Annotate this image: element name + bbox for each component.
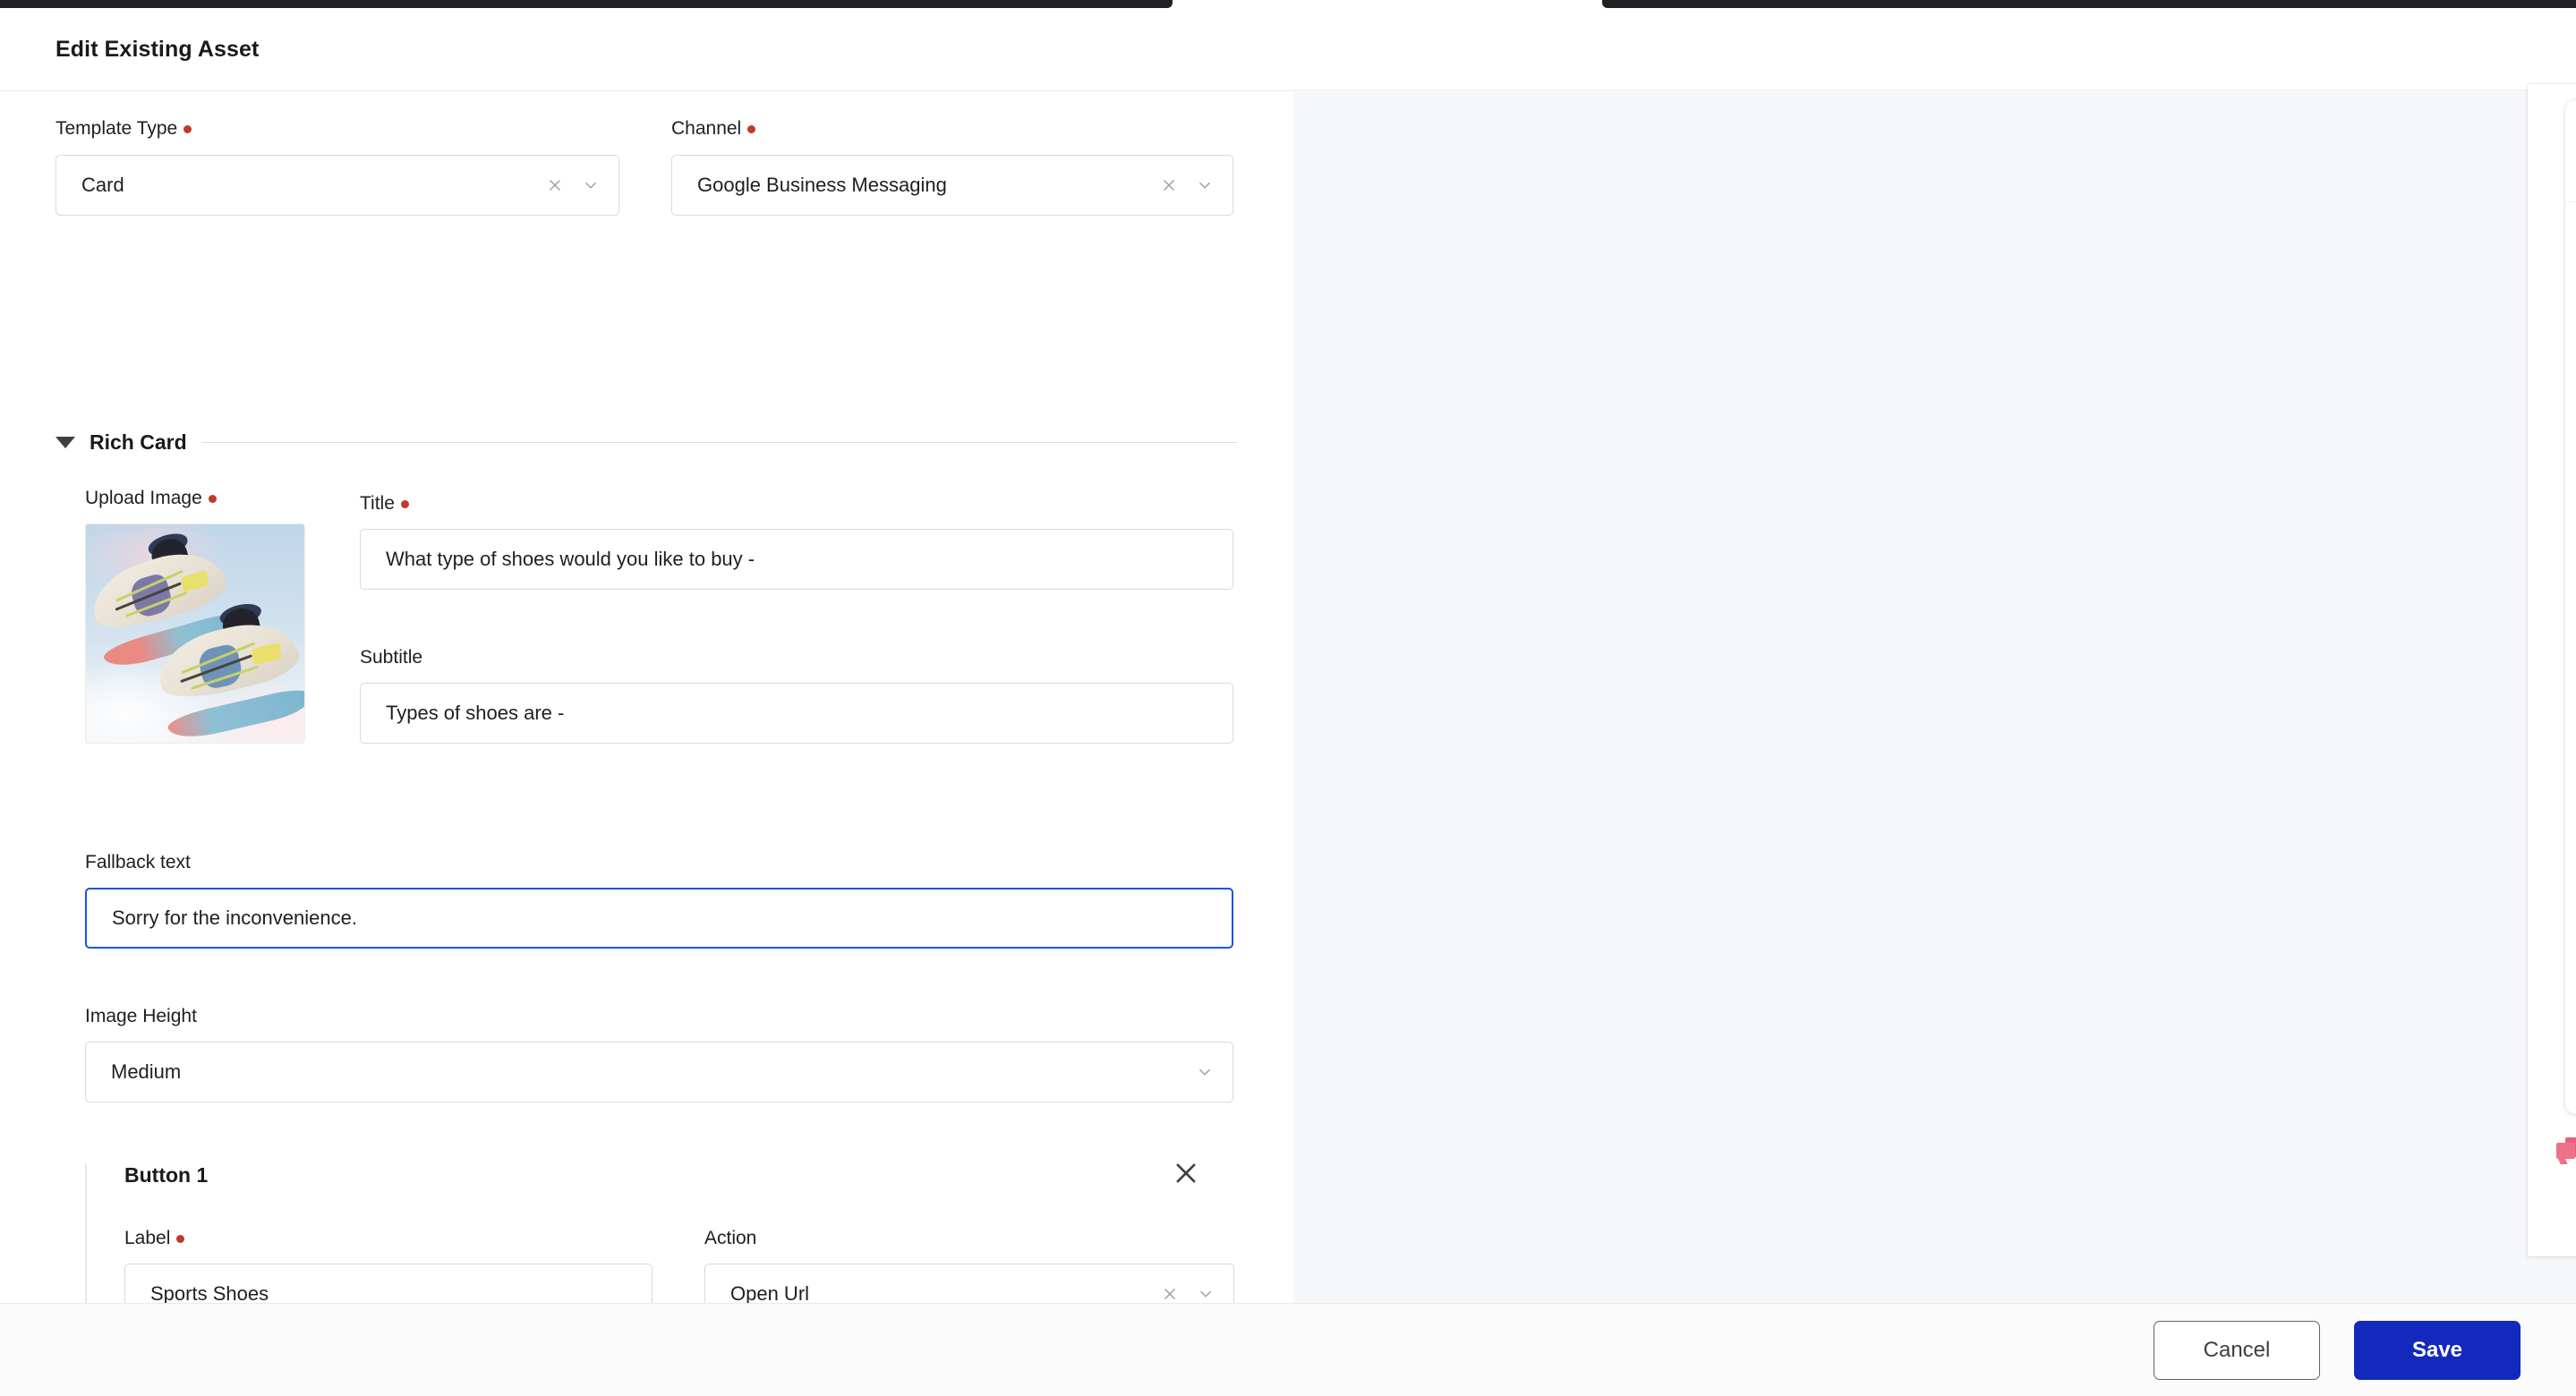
subtitle-label: Subtitle xyxy=(360,647,1233,668)
upload-image-label-text: Upload Image xyxy=(85,488,202,508)
rich-card-section-header[interactable]: Rich Card xyxy=(55,430,1237,455)
field-fallback-text: Fallback text Sorry for the inconvenienc… xyxy=(85,852,1233,949)
template-type-label-text: Template Type xyxy=(55,118,178,139)
section-divider xyxy=(200,442,1237,443)
title-label-text: Title xyxy=(360,493,395,514)
button-1-label-input[interactable]: Sports Shoes xyxy=(124,1264,653,1303)
required-dot-icon xyxy=(183,124,192,133)
template-type-select[interactable]: Card xyxy=(55,155,619,216)
title-input[interactable]: What type of shoes would you like to buy… xyxy=(360,529,1233,590)
button-1-group: Button 1 Label Sports Shoes Action Open … xyxy=(85,1163,1234,1303)
save-button[interactable]: Save xyxy=(2354,1320,2521,1380)
edit-asset-dialog: Edit Existing Asset Template Type Card C… xyxy=(0,0,2576,1396)
field-channel: Channel Google Business Messaging xyxy=(671,118,1233,216)
field-button-1-action: Action Open Url xyxy=(704,1228,1234,1303)
button-1-title: Button 1 xyxy=(124,1163,209,1187)
button-1-action-label-text: Action xyxy=(704,1228,757,1248)
channel-label: Channel xyxy=(671,118,1233,140)
clear-icon[interactable] xyxy=(1159,175,1179,195)
form-pane: Template Type Card Channel Google Busine… xyxy=(0,92,1293,1303)
preview-card: Your-Brand xyxy=(2528,84,2576,1256)
chevron-down-icon[interactable] xyxy=(581,175,601,195)
clear-icon[interactable] xyxy=(545,175,565,195)
browser-tabstrip-left xyxy=(0,0,1173,8)
page-title: Edit Existing Asset xyxy=(55,37,260,62)
field-image-height: Image Height Medium xyxy=(85,1006,1233,1102)
caret-down-icon[interactable] xyxy=(55,437,75,448)
template-type-value: Card xyxy=(81,174,124,196)
fallback-text-label-text: Fallback text xyxy=(85,852,191,872)
fallback-text-label: Fallback text xyxy=(85,852,1233,873)
subtitle-input[interactable]: Types of shoes are - xyxy=(360,683,1233,744)
dialog-header: Edit Existing Asset xyxy=(0,8,2576,91)
required-dot-icon xyxy=(176,1234,185,1243)
upload-image-label: Upload Image xyxy=(85,488,305,509)
button-1-action-select[interactable]: Open Url xyxy=(704,1264,1234,1303)
asset-status: Google Business Messaging card Approved xyxy=(2556,1133,2576,1187)
rich-card-section-title: Rich Card xyxy=(90,430,187,454)
button-1-label-label-text: Label xyxy=(124,1228,171,1248)
button-1-action-label: Action xyxy=(704,1228,1234,1249)
field-template-type: Template Type Card xyxy=(55,118,619,216)
browser-tabstrip-right xyxy=(1602,0,2576,8)
upload-image-thumbnail[interactable] xyxy=(85,524,305,744)
image-height-select[interactable]: Medium xyxy=(85,1042,1233,1102)
browser-chrome-strip xyxy=(0,0,2576,8)
phone-conversation: What type of shoes would you like to buy… xyxy=(2565,202,2576,781)
phone-frame: Your-Brand xyxy=(2565,100,2576,1114)
image-height-label: Image Height xyxy=(85,1006,1233,1027)
image-height-value: Medium xyxy=(111,1060,182,1083)
required-dot-icon xyxy=(400,499,409,508)
field-button-1-label: Label Sports Shoes xyxy=(124,1228,653,1303)
fallback-text-value: Sorry for the inconvenience. xyxy=(112,907,357,929)
button-1-label-value: Sports Shoes xyxy=(150,1282,269,1303)
title-value: What type of shoes would you like to buy… xyxy=(386,548,755,570)
required-dot-icon xyxy=(208,494,217,503)
dialog-footer: Cancel Save xyxy=(0,1303,2576,1396)
channel-label-text: Channel xyxy=(671,118,742,139)
phone-nav-bar xyxy=(2565,1062,2576,1094)
field-upload-image: Upload Image xyxy=(85,488,305,744)
chevron-down-icon[interactable] xyxy=(1195,1062,1215,1082)
preview-pane: Your-Brand xyxy=(1293,84,2576,1303)
image-height-label-text: Image Height xyxy=(85,1006,197,1026)
button-1-label-label: Label xyxy=(124,1228,653,1249)
cancel-button[interactable]: Cancel xyxy=(2154,1320,2320,1380)
title-label: Title xyxy=(360,493,1233,515)
template-type-label: Template Type xyxy=(55,118,619,140)
clear-icon[interactable] xyxy=(1160,1284,1180,1303)
subtitle-value: Types of shoes are - xyxy=(386,702,565,724)
chat-bubbles-icon xyxy=(2556,1137,2576,1162)
phone-app-bar: Your-Brand xyxy=(2565,100,2576,202)
chevron-down-icon[interactable] xyxy=(1195,175,1215,195)
dialog-body: Template Type Card Channel Google Busine… xyxy=(0,84,2576,1303)
required-dot-icon xyxy=(747,124,756,133)
field-title: Title What type of shoes would you like … xyxy=(360,493,1233,590)
remove-button-1-icon[interactable] xyxy=(1171,1158,1201,1188)
button-1-action-value: Open Url xyxy=(730,1282,810,1303)
subtitle-label-text: Subtitle xyxy=(360,647,423,668)
channel-select[interactable]: Google Business Messaging xyxy=(671,155,1233,216)
channel-value: Google Business Messaging xyxy=(697,174,947,196)
fallback-text-input[interactable]: Sorry for the inconvenience. xyxy=(85,888,1233,949)
chevron-down-icon[interactable] xyxy=(1196,1284,1215,1303)
field-subtitle: Subtitle Types of shoes are - xyxy=(360,647,1233,744)
